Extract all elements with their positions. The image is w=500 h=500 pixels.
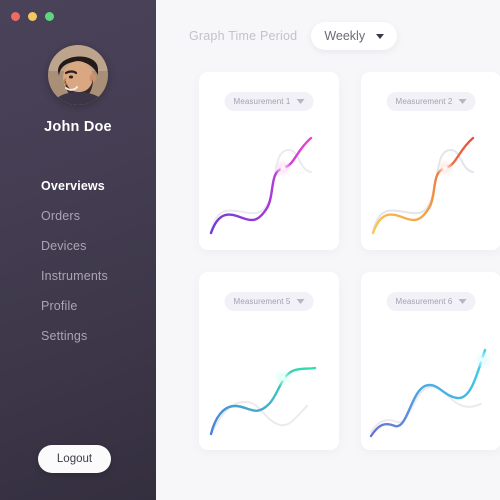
- card-measurement-select[interactable]: Measurement 1: [224, 92, 314, 111]
- card-measurement-label: Measurement 2: [395, 97, 453, 106]
- measurement-card-grid: Measurement 1 Measurement 2 Measurement …: [199, 72, 500, 450]
- card-measurement-label: Measurement 6: [395, 297, 453, 306]
- time-period-select[interactable]: Weekly: [311, 22, 398, 50]
- sidebar-item-orders[interactable]: Orders: [41, 201, 156, 231]
- chevron-down-icon: [376, 33, 385, 39]
- chevron-down-icon: [296, 99, 305, 104]
- card-measurement-select[interactable]: Measurement 6: [386, 292, 476, 311]
- card-measurement-label: Measurement 5: [233, 297, 291, 306]
- sidebar-item-profile[interactable]: Profile: [41, 291, 156, 321]
- main-content: Graph Time Period Weekly Measurement 1 M…: [156, 0, 500, 500]
- logout-button[interactable]: Logout: [38, 445, 111, 473]
- chevron-down-icon: [458, 99, 467, 104]
- maximize-button[interactable]: [45, 12, 54, 21]
- card-sparkline: [361, 120, 500, 246]
- user-photo-avatar-icon: [48, 45, 108, 105]
- chevron-down-icon: [458, 299, 467, 304]
- time-period-value: Weekly: [324, 29, 366, 43]
- sidebar-item-settings[interactable]: Settings: [41, 321, 156, 351]
- sidebar-item-devices[interactable]: Devices: [41, 231, 156, 261]
- topbar: Graph Time Period Weekly: [189, 22, 398, 50]
- measurement-card[interactable]: Measurement 1: [199, 72, 339, 250]
- sidebar-item-overviews[interactable]: Overviews: [41, 171, 156, 201]
- card-measurement-select[interactable]: Measurement 2: [386, 92, 476, 111]
- sidebar-item-instruments[interactable]: Instruments: [41, 261, 156, 291]
- avatar[interactable]: [48, 45, 108, 105]
- card-sparkline: [199, 120, 339, 246]
- app-window: John Doe Overviews Orders Devices Instru…: [0, 0, 500, 500]
- sidebar-nav: Overviews Orders Devices Instruments Pro…: [0, 171, 156, 351]
- user-name: John Doe: [44, 119, 112, 135]
- measurement-card[interactable]: Measurement 2: [361, 72, 500, 250]
- sidebar: John Doe Overviews Orders Devices Instru…: [0, 0, 156, 500]
- card-sparkline: [199, 320, 339, 446]
- card-measurement-label: Measurement 1: [233, 97, 291, 106]
- card-sparkline: [361, 320, 500, 446]
- graph-time-period-label: Graph Time Period: [189, 29, 298, 43]
- minimize-button[interactable]: [28, 12, 37, 21]
- chevron-down-icon: [296, 299, 305, 304]
- window-traffic-lights: [11, 12, 54, 21]
- close-button[interactable]: [11, 12, 20, 21]
- measurement-card[interactable]: Measurement 5: [199, 272, 339, 450]
- card-measurement-select[interactable]: Measurement 5: [224, 292, 314, 311]
- measurement-card[interactable]: Measurement 6: [361, 272, 500, 450]
